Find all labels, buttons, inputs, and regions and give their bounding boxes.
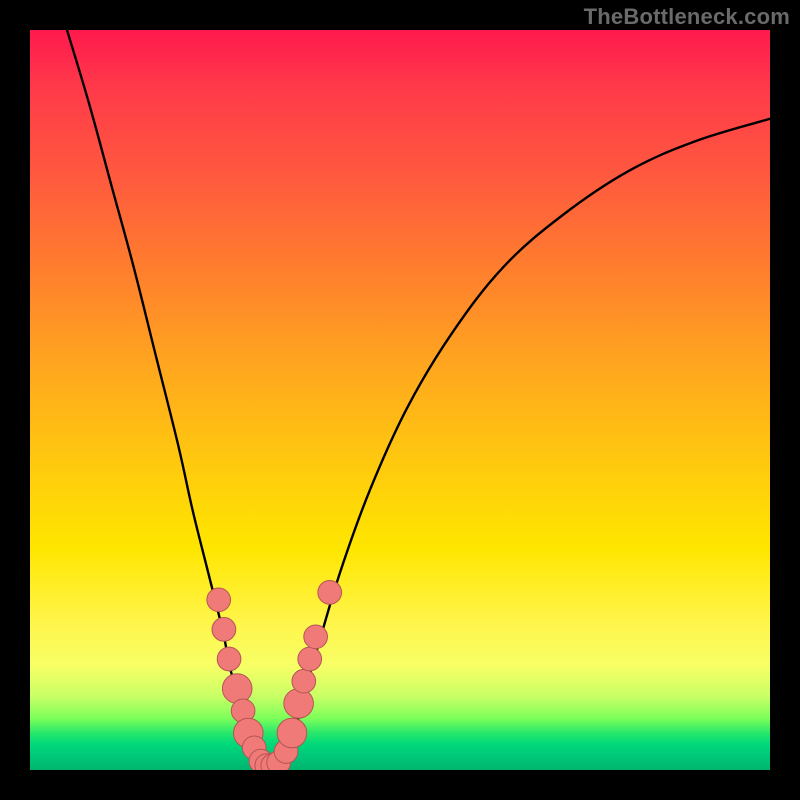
chart-stage: TheBottleneck.com — [0, 0, 800, 800]
plot-background — [30, 30, 770, 770]
watermark-text: TheBottleneck.com — [584, 4, 790, 30]
